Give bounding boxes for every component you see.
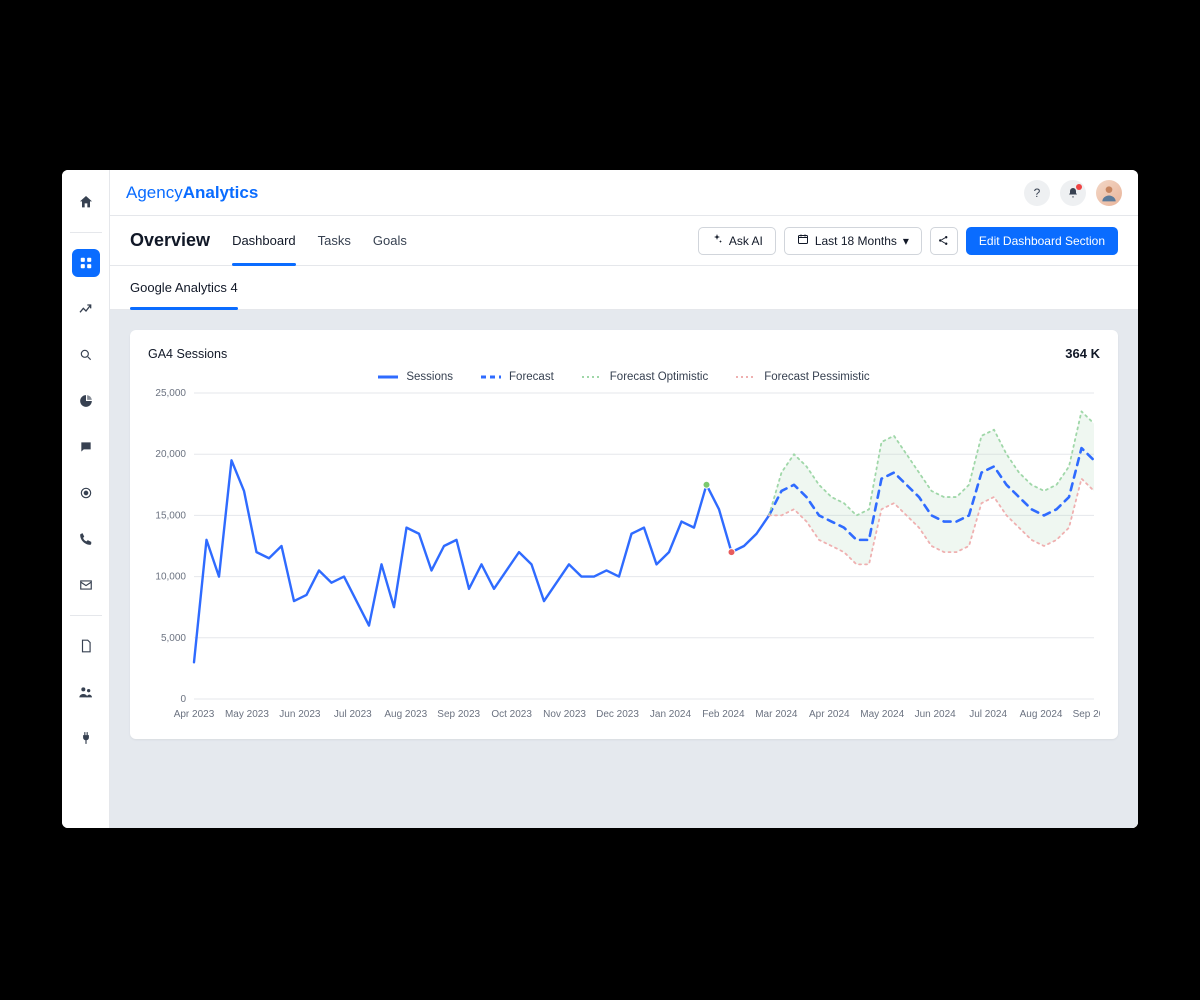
topbar: AgencyAnalytics ? <box>110 170 1138 216</box>
tab-tasks[interactable]: Tasks <box>318 216 351 266</box>
chevron-down-icon: ▾ <box>903 234 909 248</box>
avatar[interactable] <box>1096 180 1122 206</box>
card-title: GA4 Sessions <box>148 347 227 361</box>
legend-forecast-optimistic: Forecast Optimistic <box>582 371 708 383</box>
page-title: Overview <box>130 230 210 251</box>
top-icons: ? <box>1024 180 1122 206</box>
tab-dashboard[interactable]: Dashboard <box>232 216 296 266</box>
svg-text:20,000: 20,000 <box>155 449 186 460</box>
legend-forecast-pessimistic: Forecast Pessimistic <box>736 371 869 383</box>
svg-text:Dec 2023: Dec 2023 <box>596 709 639 720</box>
plug-icon[interactable] <box>72 724 100 752</box>
svg-text:Jun 2023: Jun 2023 <box>279 709 321 720</box>
svg-text:Nov 2023: Nov 2023 <box>543 709 586 720</box>
svg-text:10,000: 10,000 <box>155 572 186 583</box>
edit-dashboard-section-button[interactable]: Edit Dashboard Section <box>966 227 1118 255</box>
tabs: Dashboard Tasks Goals <box>232 216 407 266</box>
content-area: GA4 Sessions 364 K Sessions Forecast For… <box>110 310 1138 828</box>
ask-ai-label: Ask AI <box>729 234 763 248</box>
chart: 0 5,000 10,000 15,000 20,000 25,000 Apr 2023 M… <box>148 387 1100 727</box>
svg-text:Sep 2024: Sep 2024 <box>1073 709 1100 720</box>
pie-chart-icon[interactable] <box>72 387 100 415</box>
svg-text:Mar 2024: Mar 2024 <box>755 709 798 720</box>
file-icon[interactable] <box>72 632 100 660</box>
share-button[interactable] <box>930 227 958 255</box>
phone-icon[interactable] <box>72 525 100 553</box>
svg-text:Aug 2024: Aug 2024 <box>1020 709 1063 720</box>
svg-text:Jun 2024: Jun 2024 <box>915 709 957 720</box>
svg-text:May 2024: May 2024 <box>860 709 904 720</box>
mail-icon[interactable] <box>72 571 100 599</box>
main-area: AgencyAnalytics ? Overview Dashboard Tas… <box>110 170 1138 828</box>
logo-part2: Analytics <box>183 183 259 202</box>
logo[interactable]: AgencyAnalytics <box>126 183 258 203</box>
svg-text:Jul 2023: Jul 2023 <box>334 709 372 720</box>
app-window: AgencyAnalytics ? Overview Dashboard Tas… <box>62 170 1138 828</box>
sub-tabs: Google Analytics 4 <box>110 266 1138 310</box>
date-range-button[interactable]: Last 18 Months ▾ <box>784 227 922 255</box>
svg-text:Jul 2024: Jul 2024 <box>969 709 1007 720</box>
tab-goals[interactable]: Goals <box>373 216 407 266</box>
svg-text:Feb 2024: Feb 2024 <box>702 709 745 720</box>
left-rail <box>62 170 110 828</box>
bell-icon[interactable] <box>1060 180 1086 206</box>
page-header: Overview Dashboard Tasks Goals Ask AI <box>110 216 1138 266</box>
dashboard-icon[interactable] <box>72 249 100 277</box>
svg-text:Aug 2023: Aug 2023 <box>384 709 427 720</box>
svg-text:Sep 2023: Sep 2023 <box>437 709 480 720</box>
home-icon[interactable] <box>72 188 100 216</box>
svg-text:Jan 2024: Jan 2024 <box>650 709 692 720</box>
trend-icon[interactable] <box>72 295 100 323</box>
svg-text:May 2023: May 2023 <box>225 709 269 720</box>
legend-sessions: Sessions <box>378 371 453 383</box>
legend-forecast: Forecast <box>481 371 554 383</box>
svg-text:Apr 2024: Apr 2024 <box>809 709 850 720</box>
svg-text:25,000: 25,000 <box>155 388 186 399</box>
users-icon[interactable] <box>72 678 100 706</box>
help-icon[interactable]: ? <box>1024 180 1050 206</box>
logo-part1: Agency <box>126 183 183 202</box>
sub-tab-ga4[interactable]: Google Analytics 4 <box>130 266 238 310</box>
card-metric: 364 K <box>1065 346 1100 361</box>
chat-icon[interactable] <box>72 433 100 461</box>
sessions-card: GA4 Sessions 364 K Sessions Forecast For… <box>130 330 1118 739</box>
svg-text:Oct 2023: Oct 2023 <box>491 709 532 720</box>
svg-text:Apr 2023: Apr 2023 <box>174 709 215 720</box>
svg-text:15,000: 15,000 <box>155 510 186 521</box>
share-icon <box>937 234 950 247</box>
target-icon[interactable] <box>72 479 100 507</box>
date-range-label: Last 18 Months <box>815 234 897 248</box>
search-icon[interactable] <box>72 341 100 369</box>
legend: Sessions Forecast Forecast Optimistic Fo… <box>148 371 1100 383</box>
svg-text:5,000: 5,000 <box>161 633 186 644</box>
ask-ai-button[interactable]: Ask AI <box>698 227 776 255</box>
svg-text:0: 0 <box>180 694 186 705</box>
calendar-icon <box>797 233 809 248</box>
chart-svg: 0 5,000 10,000 15,000 20,000 25,000 Apr 2023 M… <box>148 387 1100 727</box>
sparkle-icon <box>711 233 723 248</box>
